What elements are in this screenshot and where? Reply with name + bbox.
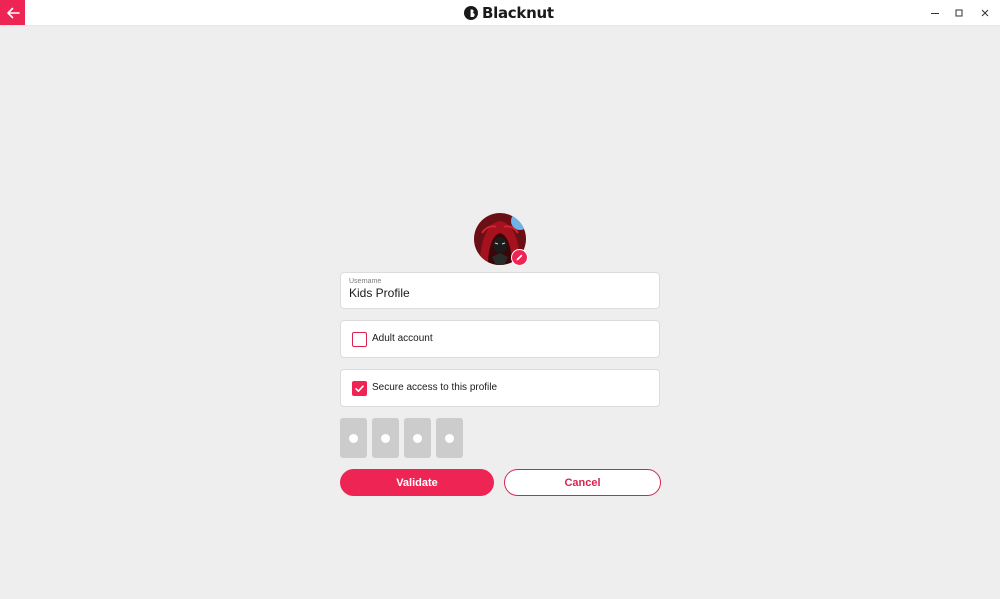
secure-access-checkbox[interactable]: [352, 381, 367, 396]
pin-dot: [381, 433, 390, 443]
username-field-container[interactable]: Username: [340, 272, 660, 309]
edit-avatar-button[interactable]: [511, 249, 528, 266]
pin-digit-1[interactable]: [340, 418, 367, 458]
validate-button[interactable]: Validate: [340, 469, 494, 496]
pin-dot: [349, 433, 358, 443]
close-button[interactable]: [970, 0, 1000, 25]
brand-name: Blacknut: [482, 4, 554, 22]
adult-account-label: Adult account: [372, 333, 433, 344]
username-input[interactable]: [349, 286, 649, 300]
secure-access-option[interactable]: Secure access to this profile: [340, 369, 660, 407]
cancel-button[interactable]: Cancel: [504, 469, 661, 496]
minimize-icon: [931, 12, 939, 14]
close-icon: [981, 9, 989, 16]
pin-dot: [445, 433, 454, 443]
username-label: Username: [349, 278, 382, 285]
blacknut-logo-icon: [464, 6, 478, 20]
pin-digit-4[interactable]: [436, 418, 463, 458]
back-button[interactable]: [0, 0, 25, 25]
adult-account-checkbox[interactable]: [352, 332, 367, 347]
pin-dot: [413, 433, 422, 443]
arrow-left-icon: [6, 7, 20, 18]
profile-avatar[interactable]: [474, 213, 528, 267]
pin-digit-2[interactable]: [372, 418, 399, 458]
pencil-icon: [516, 254, 523, 261]
title-bar: Blacknut: [0, 0, 1000, 26]
secure-access-label: Secure access to this profile: [372, 382, 498, 393]
maximize-icon: [955, 9, 963, 16]
pin-digit-3[interactable]: [404, 418, 431, 458]
brand-logo: Blacknut: [463, 3, 554, 23]
checkmark-icon: [355, 385, 364, 392]
adult-account-option[interactable]: Adult account: [340, 320, 660, 358]
